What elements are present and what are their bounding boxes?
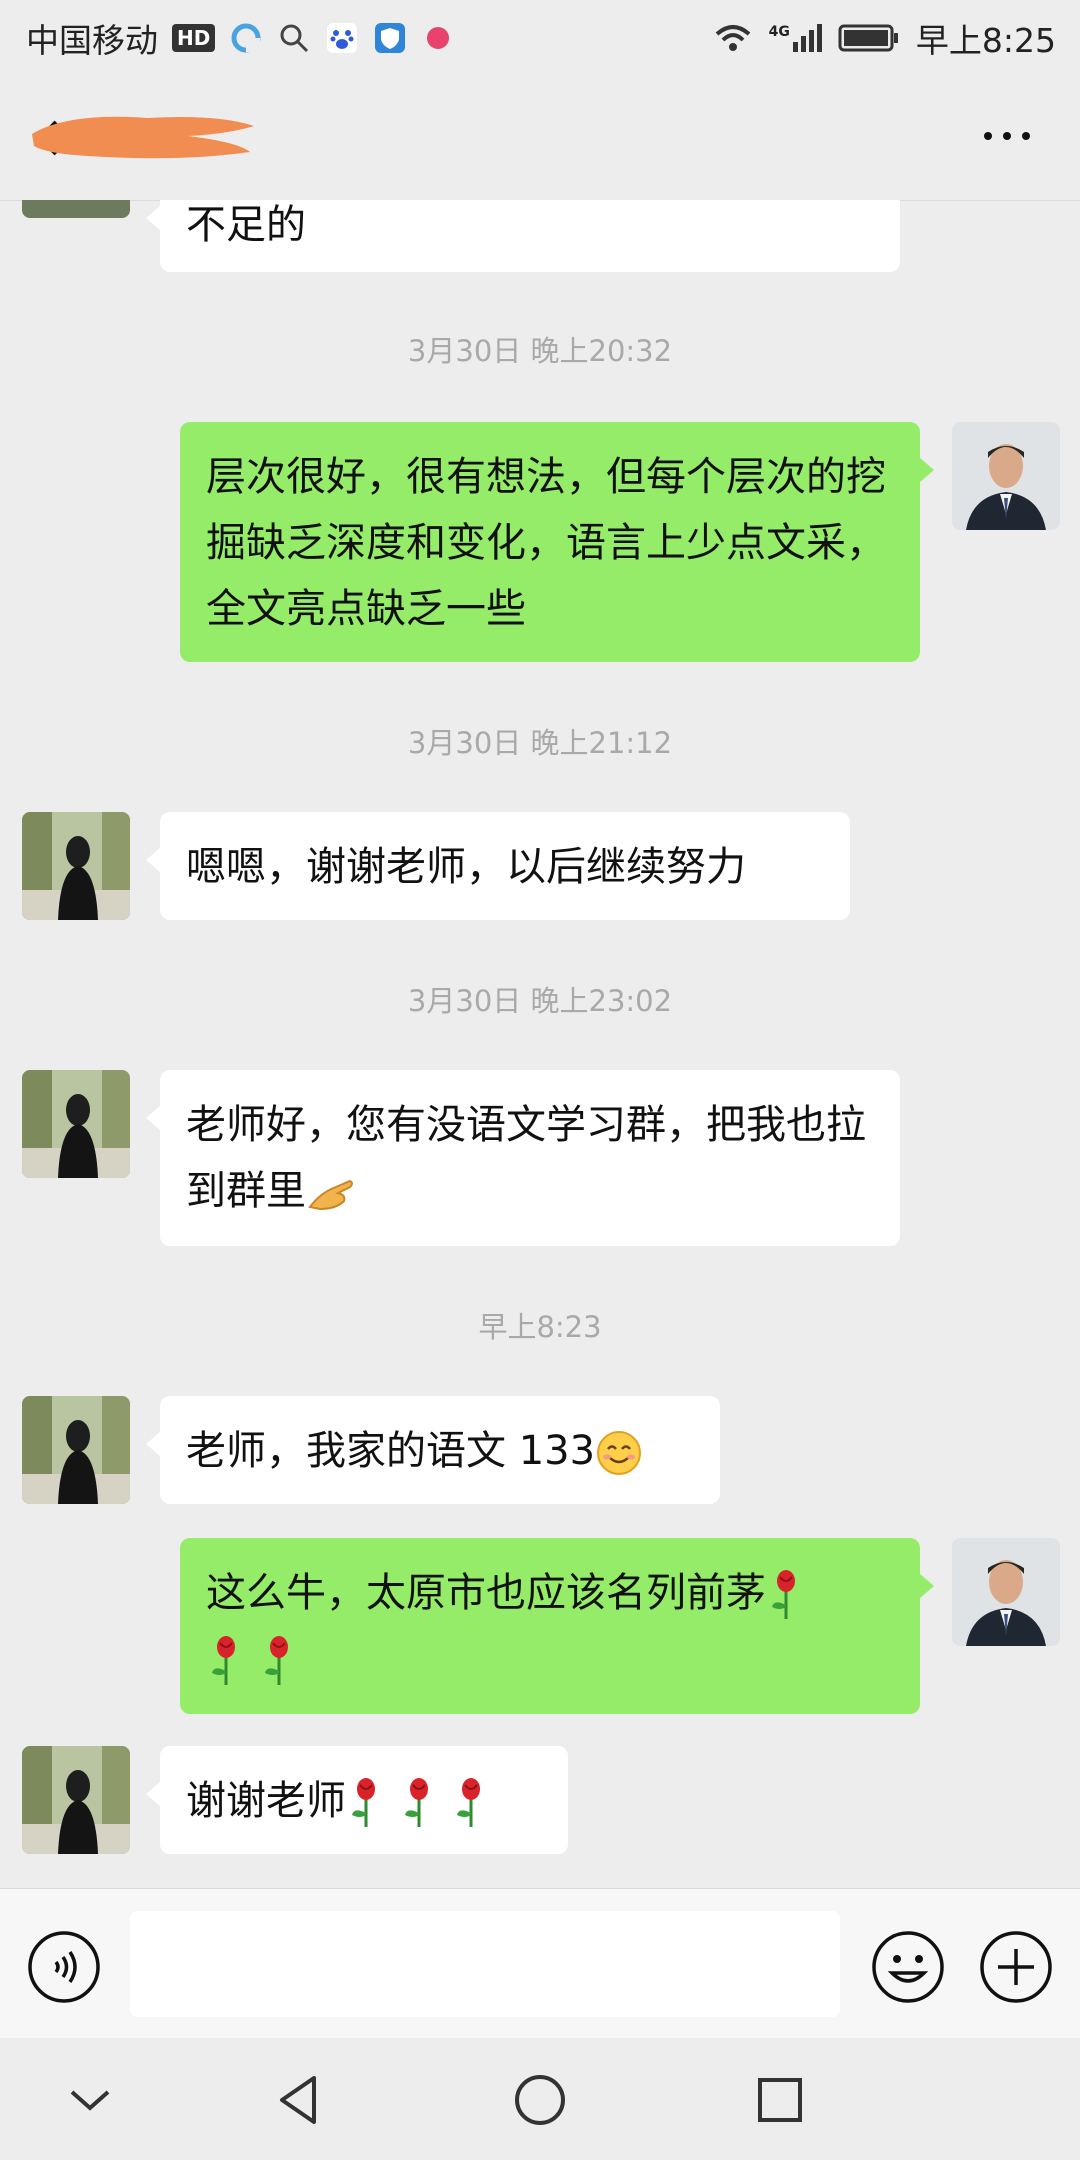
message-bubble-received[interactable]: 谢谢老师 — [146, 1746, 568, 1854]
teacher-photo — [952, 422, 1060, 530]
teacher-photo — [952, 1538, 1060, 1646]
signal-icon: 4G — [769, 24, 822, 52]
message-bubble-sent[interactable]: 层次很好，很有想法，但每个层次的挖掘缺乏深度和变化，语言上少点文采，全文亮点缺乏… — [180, 422, 934, 662]
message-text: 嗯嗯，谢谢老师，以后继续努力 — [186, 844, 746, 890]
avatar-contact[interactable] — [22, 812, 130, 920]
carrier-name: 中国移动 — [26, 21, 158, 60]
rose-emoji — [404, 1778, 428, 1827]
contact-photo — [22, 812, 130, 920]
more-icon[interactable] — [982, 126, 1032, 146]
message-text: 不足的 — [186, 202, 306, 248]
chat-header — [0, 76, 1080, 201]
avatar-contact[interactable] — [22, 1070, 130, 1178]
message-input[interactable] — [130, 1911, 840, 2017]
shield-icon — [375, 23, 406, 53]
status-bar-left: 中国移动 HD — [26, 14, 455, 62]
input-bar — [0, 1888, 1080, 2039]
message-text: 层次很好，很有想法，但每个层次的挖掘缺乏深度和变化，语言上少点文采，全文亮点缺乏… — [206, 454, 886, 632]
timestamp: 早上8:23 — [478, 1310, 602, 1344]
pinch-hand-emoji — [308, 1179, 353, 1211]
avatar-contact[interactable] — [22, 1396, 130, 1504]
rose-emoji — [264, 1636, 288, 1685]
message-text: 这么牛，太原市也应该名列前茅 — [206, 1570, 766, 1616]
search-icon — [280, 24, 309, 53]
nav-back-icon[interactable] — [268, 2068, 332, 2132]
emoji-icon[interactable] — [870, 1929, 946, 2005]
message-bubble-received[interactable]: 老师，我家的语文 133 — [146, 1396, 720, 1504]
message-list[interactable]: 不足的 3月30日 晚上20:32 层次很好，很有想法，但每个层次的挖掘缺乏深度… — [0, 200, 1080, 1888]
message-text: 老师，我家的语文 133 — [186, 1428, 596, 1474]
wifi-icon — [715, 25, 750, 51]
system-nav-bar — [0, 2038, 1080, 2160]
avatar-contact[interactable] — [22, 1746, 130, 1854]
rose-emoji — [772, 1570, 795, 1619]
hd-badge: HD — [172, 24, 216, 52]
avatar-teacher[interactable] — [952, 1538, 1060, 1646]
timestamp: 3月30日 晚上21:12 — [407, 726, 673, 760]
browser-icon — [231, 23, 261, 53]
message-bubble-sent[interactable]: 这么牛，太原市也应该名列前茅 — [180, 1538, 934, 1714]
battery-icon — [838, 24, 898, 52]
baidu-paw-icon — [327, 23, 358, 53]
plus-icon[interactable] — [978, 1929, 1054, 2005]
nav-home-icon[interactable] — [508, 2068, 572, 2132]
timestamp: 3月30日 晚上20:32 — [407, 334, 673, 368]
status-bar-right: 4G 早上8:25 — [713, 14, 1056, 62]
app-dot-icon — [427, 27, 450, 49]
avatar-teacher[interactable] — [952, 422, 1060, 530]
smile-emoji — [597, 1431, 642, 1475]
nav-down-icon[interactable] — [58, 2068, 122, 2132]
message-text: 老师好，您有没语文学习群，把我也拉到群里 — [186, 1102, 866, 1214]
status-bar: 中国移动 HD 4G 早上8:25 — [0, 0, 1080, 76]
message-text: 谢谢老师 — [186, 1778, 346, 1824]
nav-recents-icon[interactable] — [748, 2068, 812, 2132]
avatar-partial — [22, 200, 130, 218]
timestamp: 3月30日 晚上23:02 — [407, 984, 673, 1018]
message-bubble-received[interactable]: 不足的 — [146, 200, 900, 272]
rose-emoji — [212, 1636, 235, 1685]
voice-icon[interactable] — [26, 1929, 102, 2005]
network-type: 4G — [768, 24, 790, 40]
contact-photo — [22, 1746, 130, 1854]
contact-photo — [22, 1396, 130, 1504]
rose-emoji — [457, 1778, 481, 1827]
message-bubble-received[interactable]: 嗯嗯，谢谢老师，以后继续努力 — [146, 812, 850, 920]
message-bubble-received[interactable]: 老师好，您有没语文学习群，把我也拉到群里 — [146, 1070, 900, 1246]
status-time: 早上8:25 — [915, 21, 1056, 60]
redacted-contact-name — [32, 116, 254, 159]
rose-emoji — [352, 1778, 375, 1827]
contact-photo — [22, 1070, 130, 1178]
